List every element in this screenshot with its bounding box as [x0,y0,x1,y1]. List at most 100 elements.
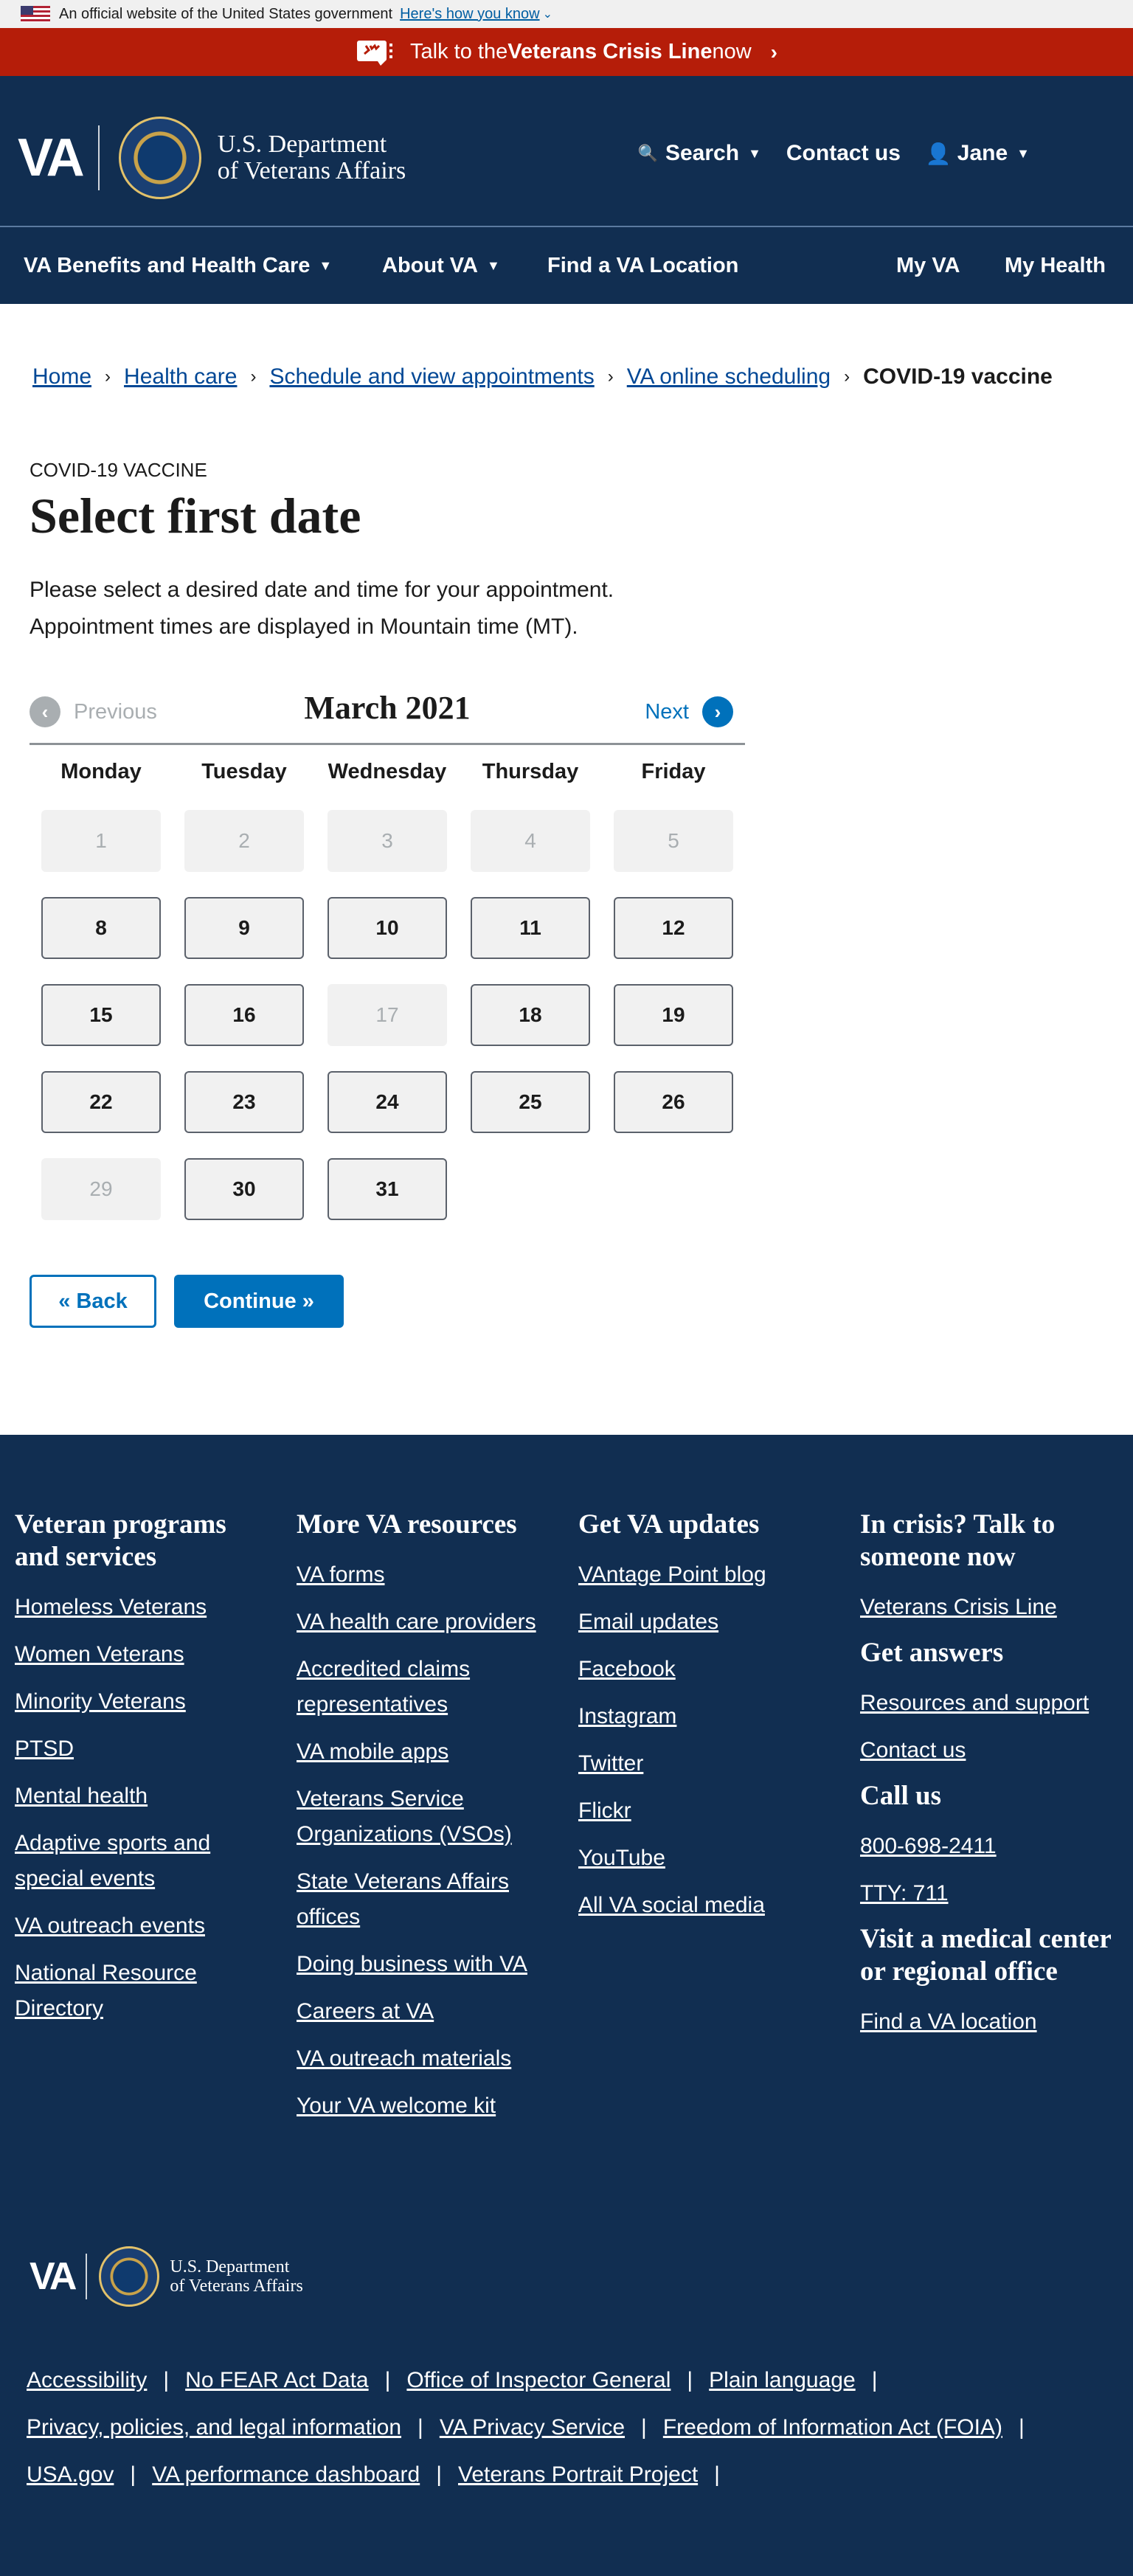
nav-about[interactable]: About VA ▼ [382,227,500,304]
calendar-day[interactable]: 19 [614,984,733,1046]
footer-link[interactable]: Mental health [15,1779,273,1814]
site-header: VA U.S. Department of Veterans Affairs 🔍… [0,76,1133,227]
footer-legal-link[interactable]: VA performance dashboard [152,2462,420,2487]
footer-link[interactable]: Instagram [578,1699,836,1734]
footer-link[interactable]: VA mobile apps [297,1734,555,1770]
calendar-day: 3 [328,810,447,872]
footer-link[interactable]: Email updates [578,1604,836,1640]
calendar-day[interactable]: 12 [614,897,733,959]
calendar-day[interactable]: 10 [328,897,447,959]
page-title: Select first date [30,488,361,544]
nav-about-label: About VA [382,253,478,277]
footer-legal-link[interactable]: VA Privacy Service [440,2415,625,2440]
legal-separator: | [384,2368,391,2392]
logo-divider [86,2254,88,2299]
nav-my-health[interactable]: My Health [1005,227,1106,304]
footer-link[interactable]: Women Veterans [15,1637,273,1672]
search-button[interactable]: 🔍 Search ▼ [638,141,761,166]
breadcrumb-home[interactable]: Home [32,364,91,389]
calendar-day: 4 [471,810,590,872]
calendar-day[interactable]: 11 [471,897,590,959]
calendar-day[interactable]: 23 [184,1071,304,1133]
footer-link[interactable]: All VA social media [578,1888,836,1923]
crisis-line-banner[interactable]: Talk to the Veterans Crisis Line now › [0,28,1133,76]
chevron-down-icon: ▼ [748,145,761,161]
footer-link-list: VAntage Point blog Email updates Facebook I… [578,1557,836,1923]
calendar-day[interactable]: 22 [41,1071,161,1133]
calendar-day[interactable]: 18 [471,984,590,1046]
header-utility-nav: 🔍 Search ▼ Contact us 👤 Jane ▼ [613,135,1030,172]
footer-link-list: Homeless Veterans Women Veterans Minority … [15,1590,273,2026]
breadcrumb-separator-icon: › [607,367,614,387]
va-logo[interactable]: VA U.S. Department of Veterans Affairs [18,117,406,199]
footer-link[interactable]: YouTube [578,1841,836,1876]
continue-button[interactable]: Continue » [174,1275,344,1328]
footer-legal-link[interactable]: Accessibility [27,2368,147,2393]
legal-separator: | [163,2368,170,2392]
footer-legal-link[interactable]: Freedom of Information Act (FOIA) [663,2415,1002,2440]
breadcrumb-current: COVID-19 vaccine [863,364,1053,389]
nav-benefits[interactable]: VA Benefits and Health Care ▼ [24,227,332,304]
footer-link[interactable]: Twitter [578,1746,836,1782]
footer-link[interactable]: Flickr [578,1793,836,1829]
footer-link[interactable]: Veterans Service Organizations (VSOs) [297,1782,555,1852]
footer-link[interactable]: VA forms [297,1557,555,1593]
breadcrumb-online-scheduling[interactable]: VA online scheduling [627,364,831,389]
heres-how-you-know-link[interactable]: Here's how you know [400,6,539,23]
footer-link[interactable]: Doing business with VA [297,1947,555,1982]
nav-my-va[interactable]: My VA [896,227,960,304]
footer-link[interactable]: Homeless Veterans [15,1590,273,1625]
footer-legal-link[interactable]: Privacy, policies, and legal information [27,2415,401,2440]
calendar-day[interactable]: 16 [184,984,304,1046]
footer-legal-link[interactable]: Plain language [709,2368,856,2393]
calendar-day[interactable]: 25 [471,1071,590,1133]
nav-find-location[interactable]: Find a VA Location [547,227,738,304]
footer-col-resources: More VA resources VA forms VA health care… [297,1509,555,2136]
nav-my-health-label: My Health [1005,253,1106,277]
calendar-day[interactable]: 8 [41,897,161,959]
user-menu-button[interactable]: 👤 Jane ▼ [926,141,1030,166]
footer-contact-link[interactable]: Contact us [860,1733,1118,1768]
footer-link[interactable]: Your VA welcome kit [297,2088,555,2124]
legal-separator: | [641,2415,647,2440]
footer-crisis-link[interactable]: Veterans Crisis Line [860,1590,1118,1625]
footer-link[interactable]: Minority Veterans [15,1684,273,1720]
contact-us-link[interactable]: Contact us [786,141,901,166]
footer-link[interactable]: VA outreach materials [297,2041,555,2077]
calendar-day[interactable]: 15 [41,984,161,1046]
next-month-button[interactable]: Next › [645,696,733,727]
footer-link[interactable]: VAntage Point blog [578,1557,836,1593]
footer-link[interactable]: Careers at VA [297,1994,555,2029]
footer-legal-link[interactable]: USA.gov [27,2462,114,2487]
footer-va-logo[interactable]: VA U.S. Department of Veterans Affairs [30,2246,303,2307]
footer-link[interactable]: State Veterans Affairs offices [297,1864,555,1935]
footer-link[interactable]: PTSD [15,1731,273,1767]
calendar-day[interactable]: 31 [328,1158,447,1220]
legal-separator: | [687,2368,693,2392]
calendar-day[interactable]: 26 [614,1071,733,1133]
footer-link[interactable]: Accredited claims representatives [297,1652,555,1722]
breadcrumb-schedule[interactable]: Schedule and view appointments [269,364,594,389]
footer-tty-link[interactable]: TTY: 711 [860,1876,1118,1911]
va-seal-icon [118,117,201,199]
calendar-day[interactable]: 30 [184,1158,304,1220]
calendar-day[interactable]: 24 [328,1071,447,1133]
footer-legal-link[interactable]: Veterans Portrait Project [458,2462,698,2487]
footer-answers-title: Get answers [860,1638,1004,1668]
footer-find-location-link[interactable]: Find a VA location [860,2004,1118,2040]
footer-legal-link[interactable]: Office of Inspector General [406,2368,671,2393]
footer-link[interactable]: Facebook [578,1652,836,1687]
footer-resources-link[interactable]: Resources and support [860,1686,1118,1721]
back-button[interactable]: « Back [30,1275,156,1328]
calendar-day[interactable]: 9 [184,897,304,959]
footer-link[interactable]: National Resource Directory [15,1956,273,2026]
footer-link[interactable]: VA outreach events [15,1908,273,1944]
breadcrumb-health-care[interactable]: Health care [124,364,237,389]
search-icon: 🔍 [637,144,658,162]
chevron-down-icon: ▼ [1016,145,1030,161]
footer-link[interactable]: Adaptive sports and special events [15,1826,273,1897]
footer-legal-link[interactable]: No FEAR Act Data [185,2368,368,2393]
footer-link[interactable]: VA health care providers [297,1604,555,1640]
footer-phone-link[interactable]: 800-698-2411 [860,1829,1118,1864]
weekday-wednesday: Wednesday [328,760,447,783]
